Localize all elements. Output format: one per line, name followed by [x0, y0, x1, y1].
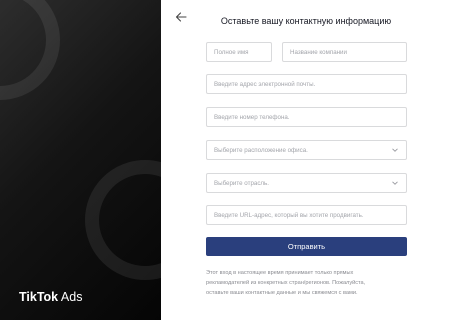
back-button[interactable] — [173, 9, 189, 25]
logo-wordmark: TikTok — [19, 290, 59, 304]
disclaimer-line: Этот вход в настоящее время принимает то… — [206, 270, 354, 276]
phone-input[interactable]: Введите номер телефона. — [206, 107, 407, 127]
office-location-placeholder: Выберите расположение офиса. — [214, 146, 308, 154]
full-name-input[interactable]: Полное имя — [206, 42, 272, 62]
industry-placeholder: Выберите отрасль. — [214, 179, 269, 187]
url-placeholder: Введите URL-адрес, который вы хотите про… — [214, 211, 364, 219]
decorative-ring-bottom — [85, 160, 161, 280]
chevron-down-icon — [392, 148, 398, 152]
disclaimer-line: оставьте ваши контактные данные и мы свя… — [206, 290, 358, 296]
disclaimer-line: рекламодателей из конкретных стран/регио… — [206, 280, 366, 286]
url-input[interactable]: Введите URL-адрес, который вы хотите про… — [206, 205, 407, 225]
full-name-placeholder: Полное имя — [214, 48, 249, 56]
office-location-select[interactable]: Выберите расположение офиса. — [206, 140, 407, 160]
arrow-left-icon — [175, 12, 187, 22]
tiktok-ads-logo: TikTok Ads — [19, 290, 82, 304]
email-placeholder: Введите адрес электронной почты. — [214, 80, 316, 88]
company-name-input[interactable]: Название компании — [282, 42, 407, 62]
logo-suffix: Ads — [58, 290, 83, 304]
brand-panel: TikTok Ads — [0, 0, 161, 320]
submit-button[interactable]: Отправить — [206, 237, 407, 256]
form-title: Оставьте вашу контактную информацию — [220, 16, 392, 26]
phone-placeholder: Введите номер телефона. — [214, 113, 290, 121]
industry-select[interactable]: Выберите отрасль. — [206, 173, 407, 193]
chevron-down-icon — [392, 181, 398, 185]
contact-page: TikTok Ads Оставьте вашу контактную инфо… — [0, 0, 452, 320]
company-name-placeholder: Название компании — [290, 48, 347, 56]
decorative-ring-top — [0, 0, 60, 100]
disclaimer-text: Этот вход в настоящее время принимает то… — [206, 268, 411, 298]
email-input[interactable]: Введите адрес электронной почты. — [206, 74, 407, 94]
